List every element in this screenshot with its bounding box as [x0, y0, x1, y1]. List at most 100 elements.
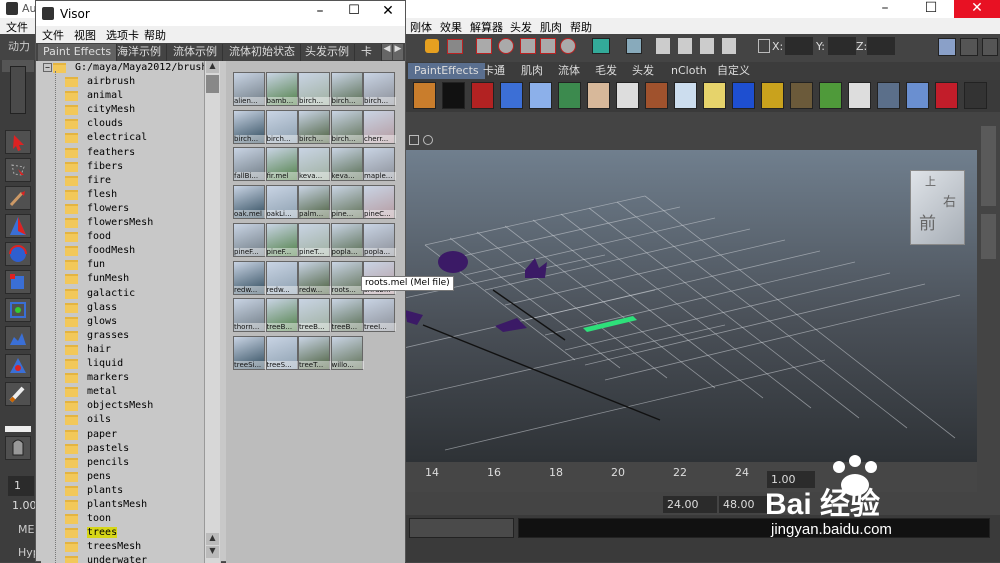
channel-box-icon[interactable]	[982, 38, 998, 56]
shelf-tab-toon[interactable]: 卡通	[477, 63, 511, 79]
folder-item[interactable]: electrical	[41, 131, 221, 145]
visor-menu-file[interactable]: 文件	[42, 27, 64, 43]
folder-item[interactable]: clouds	[41, 117, 221, 131]
brush-shelf-icon[interactable]	[645, 82, 668, 109]
brush-thumbnail[interactable]: treeB...	[298, 298, 331, 333]
brush-shelf-icon[interactable]	[587, 82, 610, 109]
brush-thumbnail[interactable]: alien...	[233, 72, 266, 106]
toolbox-slider[interactable]	[10, 66, 26, 114]
menu-help[interactable]: 帮助	[570, 19, 592, 35]
brush-thumbnail[interactable]: treeT...	[298, 335, 331, 370]
snap-plane-icon[interactable]	[540, 38, 556, 54]
move-tool-icon[interactable]	[5, 214, 31, 238]
folder-item[interactable]: food	[41, 230, 221, 244]
folder-item[interactable]: feathers	[41, 146, 221, 160]
paint-select-tool-icon[interactable]	[5, 186, 31, 210]
brush-shelf-icon[interactable]	[906, 82, 929, 109]
folder-item[interactable]: animal	[41, 89, 221, 103]
last-tool-icon[interactable]	[5, 382, 31, 406]
tree-root[interactable]: − G:/maya/Maya2012/brushes	[41, 61, 221, 75]
brush-thumbnail[interactable]: birch...	[298, 109, 331, 144]
menu-solvers[interactable]: 解算器	[470, 19, 503, 35]
lock-icon[interactable]	[425, 39, 439, 53]
brush-stroke-object[interactable]	[525, 258, 547, 278]
select-mode-icon[interactable]	[447, 39, 463, 54]
folder-item[interactable]: flesh	[41, 188, 221, 202]
tab-scroll-right-icon[interactable]: ▶	[393, 44, 403, 60]
rotate-tool-icon[interactable]	[5, 242, 31, 266]
folder-item[interactable]: funMesh	[41, 272, 221, 286]
snap-live-icon[interactable]	[560, 38, 576, 54]
brush-shelf-icon[interactable]	[819, 82, 842, 109]
brush-thumbnail[interactable]: cherr...	[363, 109, 396, 144]
x-field[interactable]	[785, 37, 813, 55]
folder-item[interactable]: cityMesh	[41, 103, 221, 117]
shelf-tab-hair[interactable]: 头发	[626, 63, 660, 79]
brush-thumbnail[interactable]: popla...	[363, 222, 396, 257]
folder-item[interactable]: fire	[41, 174, 221, 188]
brush-shelf-icon[interactable]	[877, 82, 900, 109]
menu-muscle[interactable]: 肌肉	[540, 19, 562, 35]
brush-shelf-icon[interactable]	[732, 82, 755, 109]
history-icon[interactable]	[592, 38, 610, 54]
brush-thumbnail[interactable]: birch...	[265, 109, 299, 144]
select-tool-icon[interactable]	[5, 130, 31, 154]
brush-shelf-icon[interactable]	[529, 82, 552, 109]
brush-thumbnail[interactable]: fallBi...	[233, 147, 266, 182]
brush-shelf-icon[interactable]	[761, 82, 784, 109]
tree-scrollbar[interactable]: ▲ ▲ ▼	[204, 61, 220, 563]
brush-thumbnail[interactable]: maple...	[363, 147, 396, 182]
folder-item[interactable]: fun	[41, 258, 221, 272]
visor-tab-hair-examples[interactable]: 头发示例	[300, 44, 355, 61]
layout-icon[interactable]	[5, 436, 31, 460]
folder-item[interactable]: objectsMesh	[41, 399, 221, 413]
menu-hair[interactable]: 头发	[510, 19, 532, 35]
maya-maximize-button[interactable]: ☐	[908, 0, 954, 18]
folder-item[interactable]: airbrush	[41, 75, 221, 89]
folder-item[interactable]: grasses	[41, 329, 221, 343]
current-frame-field[interactable]: 1	[8, 476, 34, 496]
brush-thumbnail[interactable]: pineC...	[363, 185, 396, 220]
brush-thumbnail[interactable]: thorn...	[233, 298, 266, 333]
brush-shelf-icon[interactable]	[558, 82, 581, 109]
brush-shelf-icon[interactable]	[935, 82, 958, 109]
render-icon[interactable]	[656, 38, 670, 54]
brush-thumbnail[interactable]: birch...	[330, 72, 364, 106]
soft-modification-icon[interactable]	[5, 326, 31, 350]
brush-thumbnail[interactable]: birch...	[330, 109, 364, 144]
brush-thumbnail[interactable]: roots...	[330, 260, 364, 295]
brush-shelf-icon[interactable]	[703, 82, 726, 109]
ipr-render-icon[interactable]	[678, 38, 692, 54]
hypershade-icon[interactable]	[722, 38, 736, 54]
brush-shelf-icon[interactable]	[964, 82, 987, 109]
snap-point-icon[interactable]	[520, 38, 536, 54]
brush-thumbnail[interactable]: pineT...	[298, 222, 331, 257]
brush-thumbnail[interactable]: fir.mel	[265, 147, 299, 182]
shelf-tab-fur[interactable]: 毛发	[589, 63, 623, 79]
brush-thumbnail[interactable]: birch...	[233, 109, 266, 144]
folder-item[interactable]: fibers	[41, 160, 221, 174]
scale-tool-icon[interactable]	[5, 270, 31, 294]
z-field[interactable]	[867, 37, 895, 55]
folder-item[interactable]: trees	[41, 526, 221, 540]
folder-item[interactable]: paper	[41, 428, 221, 442]
folder-item[interactable]: oils	[41, 413, 221, 427]
brush-shelf-icon[interactable]	[790, 82, 813, 109]
brush-shelf-icon[interactable]	[616, 82, 639, 109]
teapot-object[interactable]	[438, 251, 468, 273]
tool-settings-icon[interactable]	[960, 38, 978, 56]
brush-shelf-icon[interactable]	[848, 82, 871, 109]
brush-thumbnail[interactable]: oak.mel	[233, 185, 266, 220]
shelf-tab-ncloth[interactable]: nCloth	[665, 63, 713, 79]
brush-stroke-object[interactable]	[405, 310, 423, 325]
attribute-editor-tab[interactable]	[981, 214, 996, 259]
folder-item[interactable]: glows	[41, 315, 221, 329]
show-manipulator-icon[interactable]	[5, 354, 31, 378]
brush-thumbnail[interactable]: bamb...	[265, 72, 299, 106]
visor-menu-tabs[interactable]: 选项卡	[106, 27, 139, 43]
folder-item[interactable]: glass	[41, 301, 221, 315]
brush-thumbnail[interactable]: treeS...	[265, 335, 299, 370]
maya-close-button[interactable]: ✕	[954, 0, 1000, 18]
render-settings-icon[interactable]	[700, 38, 714, 54]
scroll-down-icon[interactable]: ▼	[206, 546, 219, 558]
